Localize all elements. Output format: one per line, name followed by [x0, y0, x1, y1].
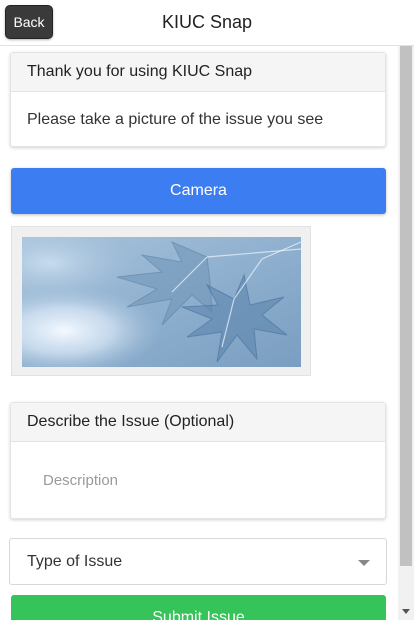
chevron-down-icon — [358, 560, 370, 566]
description-input[interactable]: Description — [11, 442, 385, 519]
issue-type-select[interactable]: Type of Issue — [9, 538, 387, 585]
camera-button[interactable]: Camera — [11, 168, 386, 214]
intro-card-heading: Thank you for using KIUC Snap — [11, 53, 385, 92]
captured-photo — [22, 237, 301, 367]
intro-card: Thank you for using KIUC Snap Please tak… — [10, 52, 386, 147]
app-header: Back KIUC Snap — [0, 0, 414, 46]
issue-type-label: Type of Issue — [27, 553, 123, 570]
submit-issue-button[interactable]: Submit Issue — [11, 595, 386, 620]
intro-card-body: Please take a picture of the issue you s… — [27, 110, 324, 128]
photo-preview — [11, 226, 311, 376]
scrollbar[interactable] — [398, 46, 414, 620]
main-content: Thank you for using KIUC Snap Please tak… — [0, 46, 398, 620]
scroll-down-arrow-icon[interactable] — [402, 609, 410, 614]
leaf-photo-image — [22, 237, 301, 367]
page-title: KIUC Snap — [161, 12, 253, 32]
scrollbar-thumb[interactable] — [400, 46, 412, 566]
description-card: Describe the Issue (Optional) Descriptio… — [10, 402, 386, 519]
description-card-heading: Describe the Issue (Optional) — [11, 403, 385, 442]
